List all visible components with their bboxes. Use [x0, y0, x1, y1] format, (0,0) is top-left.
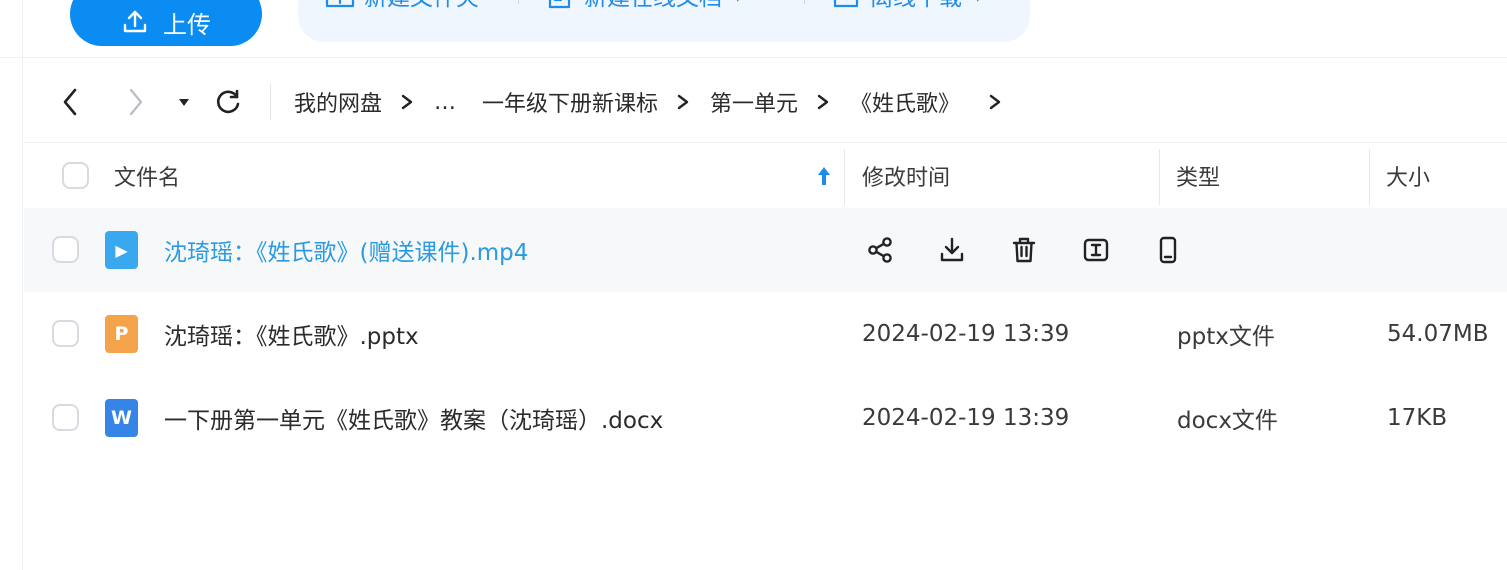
column-divider [1369, 149, 1370, 205]
chevron-right-icon[interactable] [988, 93, 1002, 111]
toolbar-divider [804, 0, 805, 4]
pptx-file-icon: P [105, 315, 138, 353]
rename-button[interactable] [1078, 232, 1114, 268]
caret-down-icon [179, 99, 189, 106]
column-header-name[interactable]: 文件名 [114, 143, 180, 209]
toolbar-divider [518, 0, 519, 4]
upload-icon [123, 10, 147, 33]
column-divider [1159, 149, 1160, 205]
breadcrumb-item-root[interactable]: 我的网盘 [294, 86, 382, 118]
file-name[interactable]: 沈琦瑶：《姓氏歌》.pptx [164, 292, 419, 376]
share-button[interactable] [862, 232, 898, 268]
breadcrumb-item-current[interactable]: 《姓氏歌》 [850, 86, 960, 118]
breadcrumb: 我的网盘 … 一年级下册新课标 第一单元 《姓氏歌》 [294, 84, 1022, 120]
file-modified-time: 2024-02-19 13:39 [862, 405, 1070, 431]
chevron-right-icon [816, 93, 830, 111]
chevron-right-icon [129, 88, 143, 116]
column-header-modified[interactable]: 修改时间 [862, 143, 950, 209]
chevron-right-icon [676, 93, 690, 111]
chevron-down-icon: ▼ [732, 0, 744, 4]
file-type: pptx文件 [1177, 324, 1275, 350]
forward-button[interactable] [118, 84, 154, 120]
row-checkbox[interactable] [52, 236, 79, 263]
table-row[interactable]: P 沈琦瑶：《姓氏歌》.pptx 2024-02-19 13:39 pptx文件… [24, 292, 1507, 376]
offline-download-button[interactable]: 离线下载 ▼ [830, 0, 984, 12]
breadcrumb-item-ellipsis[interactable]: … [434, 90, 456, 115]
breadcrumb-item-unit[interactable]: 第一单元 [710, 86, 798, 118]
file-icon-glyph: W [111, 407, 132, 429]
upload-button[interactable]: 上传 [70, 0, 262, 46]
send-to-phone-button[interactable] [1150, 232, 1186, 268]
share-icon [868, 237, 892, 263]
row-actions [862, 232, 1186, 268]
chevron-left-icon [63, 88, 77, 116]
table-row[interactable]: ▶ 沈琦瑶：《姓氏歌》(赠送课件).mp4 [24, 208, 1507, 292]
video-file-icon: ▶ [105, 231, 138, 269]
table-header: 文件名 修改时间 类型 大小 [24, 142, 1507, 208]
file-size: 54.07MB [1387, 321, 1489, 347]
offline-download-label: 离线下载 [870, 0, 962, 12]
rename-icon [1083, 238, 1109, 262]
trash-icon [1012, 237, 1036, 263]
history-dropdown-button[interactable] [166, 84, 202, 120]
file-type: docx文件 [1177, 408, 1278, 434]
column-header-size[interactable]: 大小 [1386, 143, 1430, 209]
sort-ascending-icon[interactable] [816, 165, 832, 187]
column-divider [844, 149, 845, 205]
breadcrumb-item-grade[interactable]: 一年级下册新课标 [482, 86, 658, 118]
chevron-right-icon [400, 93, 414, 111]
new-folder-button[interactable]: 新建文件夹 [324, 0, 479, 12]
download-icon [940, 237, 964, 262]
download-icon [833, 0, 859, 8]
new-online-doc-button[interactable]: 新建在线文档 ▼ [544, 0, 744, 12]
new-folder-label: 新建文件夹 [364, 0, 479, 12]
new-doc-icon [548, 0, 571, 9]
refresh-button[interactable] [210, 84, 246, 120]
toolbar-action-group: 新建文件夹 新建在线文档 ▼ 离线下载 ▼ [298, 0, 1030, 42]
file-name[interactable]: 一下册第一单元《姓氏歌》教案（沈琦瑶）.docx [164, 376, 663, 460]
toolbar: 上传 新建文件夹 新建在线文档 ▼ 离线下载 ▼ [0, 0, 1507, 58]
table-row[interactable]: W 一下册第一单元《姓氏歌》教案（沈琦瑶）.docx 2024-02-19 13… [24, 376, 1507, 460]
delete-button[interactable] [1006, 232, 1042, 268]
navigation-bar: 我的网盘 … 一年级下册新课标 第一单元 《姓氏歌》 [0, 70, 1507, 134]
file-size: 17KB [1387, 405, 1448, 431]
chevron-down-icon: ▼ [972, 0, 984, 4]
row-checkbox[interactable] [52, 404, 79, 431]
new-online-doc-label: 新建在线文档 [584, 0, 722, 12]
mobile-icon [1159, 236, 1177, 264]
back-button[interactable] [52, 84, 88, 120]
column-header-type[interactable]: 类型 [1176, 143, 1220, 209]
file-table: 文件名 修改时间 类型 大小 ▶ 沈琦瑶：《姓氏歌》(赠送课件).mp4 P 沈… [24, 142, 1507, 460]
download-button[interactable] [934, 232, 970, 268]
file-modified-time: 2024-02-19 13:39 [862, 321, 1070, 347]
upload-label: 上传 [163, 10, 211, 39]
new-folder-icon [325, 0, 355, 8]
row-checkbox[interactable] [52, 320, 79, 347]
select-all-checkbox[interactable] [62, 162, 89, 189]
nav-divider [270, 84, 271, 120]
refresh-icon [217, 89, 240, 114]
file-name[interactable]: 沈琦瑶：《姓氏歌》(赠送课件).mp4 [164, 208, 528, 292]
docx-file-icon: W [105, 399, 138, 437]
file-icon-glyph: ▶ [115, 240, 128, 260]
file-icon-glyph: P [114, 323, 129, 345]
